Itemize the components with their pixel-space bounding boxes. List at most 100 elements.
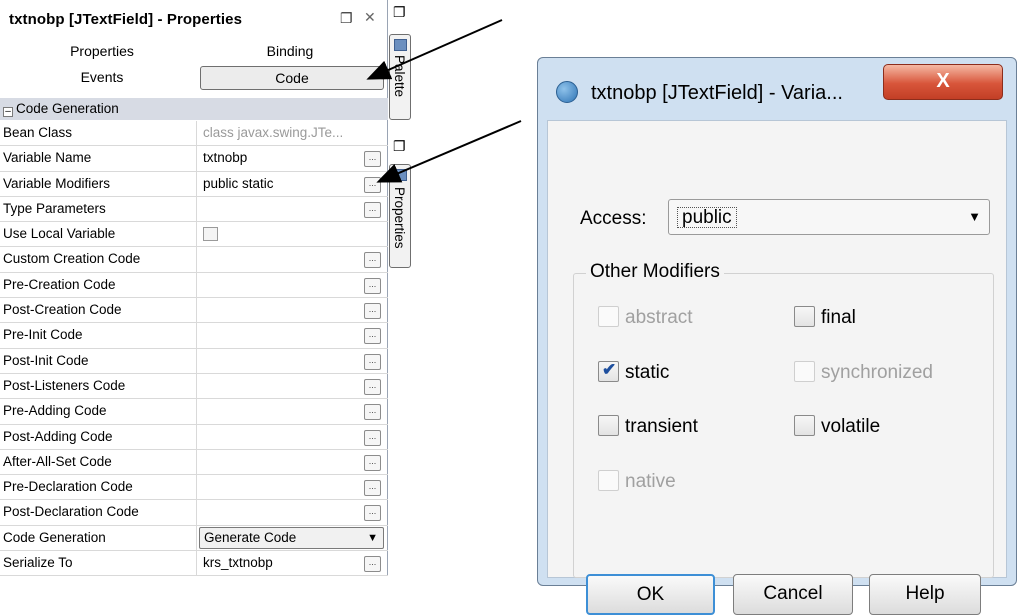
palette-tab-label: Palette xyxy=(392,55,407,98)
ellipsis-button[interactable]: ... xyxy=(364,378,381,395)
property-label: Pre-Declaration Code xyxy=(3,479,133,495)
section-label: Code Generation xyxy=(16,101,119,116)
row-pre-init-code: Pre-Init Code ... xyxy=(0,323,388,349)
transient-checkbox[interactable]: transient xyxy=(598,415,698,438)
checkbox-label: native xyxy=(625,471,676,492)
restore-window-icon[interactable]: ❐ xyxy=(393,4,406,21)
property-value[interactable]: txtnobp xyxy=(203,150,247,165)
section-header-code-generation[interactable]: – Code Generation xyxy=(0,98,388,120)
variable-modifiers-ellipsis-button[interactable]: ... xyxy=(364,176,381,193)
abstract-checkbox[interactable]: abstract xyxy=(598,306,693,329)
row-use-local-variable: Use Local Variable xyxy=(0,222,388,248)
ellipsis-button[interactable]: ... xyxy=(364,328,381,345)
property-label: Custom Creation Code xyxy=(3,251,141,267)
close-panel-icon[interactable]: ✕ xyxy=(364,9,376,26)
ellipsis-button[interactable]: ... xyxy=(364,404,381,421)
collapse-icon[interactable]: – xyxy=(3,107,13,117)
help-button[interactable]: Help xyxy=(869,574,981,615)
row-custom-creation-code: Custom Creation Code ... xyxy=(0,247,388,273)
property-label: Post-Creation Code xyxy=(3,302,122,318)
ellipsis-button[interactable]: ... xyxy=(364,353,381,370)
chevron-down-icon: ▼ xyxy=(367,531,378,544)
ellipsis-button[interactable]: ... xyxy=(364,454,381,471)
ellipsis-button[interactable]: ... xyxy=(364,480,381,497)
side-window-strip: ❐ Palette ❐ Properties xyxy=(389,0,411,270)
access-label: Access: xyxy=(580,208,647,229)
app-icon xyxy=(556,81,578,103)
restore-window-icon[interactable]: ❐ xyxy=(340,10,353,27)
property-value[interactable]: krs_txtnobp xyxy=(203,555,273,570)
properties-panel: txtnobp [JTextField] - Properties ❐ ✕ Pr… xyxy=(0,0,388,577)
checkbox-label: transient xyxy=(625,416,698,437)
access-dropdown[interactable]: public ▼ xyxy=(668,199,990,235)
ellipsis-button[interactable]: ... xyxy=(364,277,381,294)
ellipsis-button[interactable]: ... xyxy=(364,505,381,522)
dialog-body: Access: public ▼ Other Modifiers abstrac… xyxy=(547,120,1007,615)
native-checkbox[interactable]: native xyxy=(598,470,676,493)
palette-icon xyxy=(394,39,407,51)
property-value: class javax.swing.JTe... xyxy=(203,125,344,140)
row-post-listeners-code: Post-Listeners Code ... xyxy=(0,373,388,400)
tab-events[interactable]: Events xyxy=(10,66,194,90)
property-label: Use Local Variable xyxy=(3,226,116,242)
row-post-adding-code: Post-Adding Code ... xyxy=(0,424,388,450)
row-pre-adding-code: Pre-Adding Code ... xyxy=(0,399,388,425)
ellipsis-button[interactable]: ... xyxy=(364,303,381,320)
property-label: Variable Modifiers xyxy=(3,175,111,191)
property-label: Post-Declaration Code xyxy=(3,504,139,520)
cancel-button[interactable]: Cancel xyxy=(733,574,853,615)
synchronized-checkbox[interactable]: synchronized xyxy=(794,361,933,384)
access-value: public xyxy=(677,207,737,228)
property-label: Variable Name xyxy=(3,150,92,166)
checkbox-label: static xyxy=(625,362,670,383)
chevron-down-icon: ▼ xyxy=(968,209,981,224)
property-label: Serialize To xyxy=(3,555,73,571)
restore-window-icon[interactable]: ❐ xyxy=(393,138,406,155)
properties-tab[interactable]: Properties xyxy=(389,164,411,268)
final-checkbox[interactable]: final xyxy=(794,306,856,329)
ellipsis-button[interactable]: ... xyxy=(364,252,381,269)
row-code-generation: Code Generation Generate Code ▼ xyxy=(0,525,388,552)
tab-binding[interactable]: Binding xyxy=(198,40,382,64)
property-label: Pre-Adding Code xyxy=(3,403,107,419)
property-value[interactable]: public static xyxy=(203,176,274,191)
row-variable-modifiers: Variable Modifiers public static ... xyxy=(0,171,388,197)
properties-icon xyxy=(394,169,407,181)
row-pre-creation-code: Pre-Creation Code ... xyxy=(0,272,388,299)
property-label: Code Generation xyxy=(3,529,106,545)
dialog-title: txtnobp [JTextField] - Varia... xyxy=(591,82,843,104)
property-label: Bean Class xyxy=(3,125,73,140)
properties-tab-label: Properties xyxy=(392,187,407,249)
row-type-parameters: Type Parameters ... xyxy=(0,196,388,223)
use-local-variable-checkbox[interactable] xyxy=(203,227,218,242)
property-label: Post-Init Code xyxy=(3,352,89,368)
static-checkbox[interactable]: ✔ static xyxy=(598,360,670,384)
code-generation-dropdown[interactable]: Generate Code ▼ xyxy=(199,526,384,549)
ok-button[interactable]: OK xyxy=(586,574,715,615)
ellipsis-button[interactable]: ... xyxy=(364,556,381,573)
tab-code[interactable]: Code xyxy=(200,66,384,90)
property-label: Post-Adding Code xyxy=(3,428,113,444)
checkbox-label: volatile xyxy=(821,416,881,437)
panel-title-bar: txtnobp [JTextField] - Properties ❐ ✕ xyxy=(0,4,388,34)
palette-tab[interactable]: Palette xyxy=(389,34,411,120)
row-pre-declaration-code: Pre-Declaration Code ... xyxy=(0,475,388,501)
volatile-checkbox[interactable]: volatile xyxy=(794,415,880,438)
row-post-init-code: Post-Init Code ... xyxy=(0,348,388,374)
property-label: Pre-Creation Code xyxy=(3,276,116,292)
ellipsis-button[interactable]: ... xyxy=(364,429,381,446)
checkbox-label: synchronized xyxy=(821,362,933,383)
other-modifiers-title: Other Modifiers xyxy=(586,261,724,283)
ellipsis-button[interactable]: ... xyxy=(364,201,381,218)
ellipsis-button[interactable]: ... xyxy=(364,151,381,168)
checkbox-label: abstract xyxy=(625,307,693,328)
panel-title: txtnobp [JTextField] - Properties xyxy=(9,11,243,28)
tab-properties[interactable]: Properties xyxy=(10,40,194,64)
close-button[interactable]: X xyxy=(883,64,1003,100)
checkbox-label: final xyxy=(821,307,856,328)
checkmark-icon: ✔ xyxy=(602,360,617,379)
row-post-creation-code: Post-Creation Code ... xyxy=(0,298,388,324)
dialog-title-bar: txtnobp [JTextField] - Varia... X xyxy=(538,58,1016,120)
row-bean-class: Bean Class class javax.swing.JTe... xyxy=(0,121,388,147)
row-after-all-set-code: After-All-Set Code ... xyxy=(0,449,388,476)
